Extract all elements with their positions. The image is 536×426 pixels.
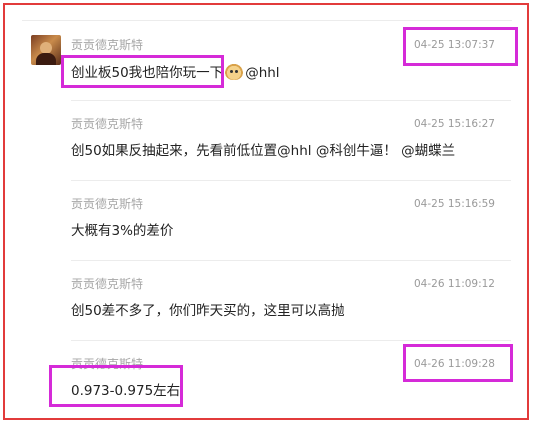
- comment-time: 04-25 15:16:27: [413, 118, 495, 130]
- top-divider: [22, 20, 512, 21]
- comment-divider: [71, 340, 511, 341]
- comment-author[interactable]: 贡贡德克斯特: [71, 38, 143, 52]
- highlight-box-time-1: [403, 27, 518, 66]
- mention-hhl[interactable]: @hhl: [245, 65, 279, 81]
- comment-divider: [71, 100, 511, 101]
- comment-text: 创50差不多了，你们昨天买的，这里可以高抛: [71, 303, 345, 319]
- highlight-box-text-5: [49, 365, 183, 407]
- avatar-body: [36, 53, 56, 65]
- highlight-box-text-1: [61, 55, 224, 88]
- comment-time: 04-26 11:09:12: [413, 278, 495, 290]
- avatar[interactable]: [31, 35, 61, 65]
- comment-author[interactable]: 贡贡德克斯特: [71, 277, 143, 291]
- comment-time: 04-25 15:16:59: [413, 198, 495, 210]
- comment-text: 创50如果反抽起来，先看前低位置@hhl @科创牛逼！ @蝴蝶兰: [71, 143, 456, 159]
- doge-emoji-icon: [225, 64, 244, 80]
- comment-author[interactable]: 贡贡德克斯特: [71, 197, 143, 211]
- comment-text: 大概有3%的差价: [71, 223, 174, 239]
- comment-divider: [71, 180, 511, 181]
- comment-divider: [71, 260, 511, 261]
- comment-author[interactable]: 贡贡德克斯特: [71, 117, 143, 131]
- highlight-box-time-5: [403, 344, 513, 382]
